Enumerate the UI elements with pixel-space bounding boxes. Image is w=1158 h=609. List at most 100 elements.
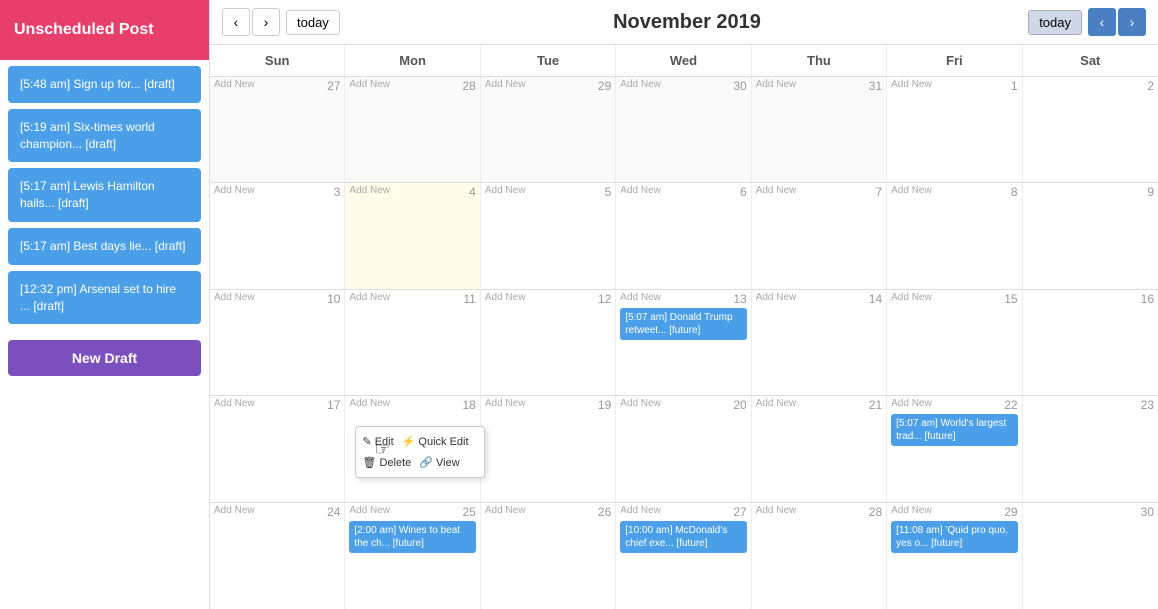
add-new-3[interactable]: Add New [214, 185, 255, 196]
add-new-30[interactable]: Add New [620, 79, 661, 90]
draft-item-1[interactable]: [5:19 am] Six-times world champion... [d… [8, 109, 201, 163]
day-headers: SunMonTueWedThuFriSat [210, 45, 1158, 77]
day-num-20: 20 [733, 398, 746, 412]
add-new-31[interactable]: Add New [756, 79, 797, 90]
day-num-25: 25 [462, 505, 475, 519]
day-header-sat: Sat [1023, 45, 1158, 76]
add-new-12[interactable]: Add New [485, 292, 526, 303]
context-edit[interactable]: ✎ Edit [362, 433, 393, 450]
day-header-wed: Wed [616, 45, 751, 76]
add-new-7[interactable]: Add New [756, 185, 797, 196]
day-num-26: 26 [598, 505, 611, 519]
day-num-11: 11 [463, 292, 475, 306]
add-new-27[interactable]: Add New [214, 79, 255, 90]
cell-top-8: Add New 8 [891, 185, 1017, 199]
add-new-25[interactable]: Add New [349, 505, 390, 516]
day-num-29: 29 [1004, 505, 1017, 519]
event-29-0[interactable]: [11:08 am] 'Quid pro quo, yes o... [futu… [891, 521, 1017, 553]
add-new-5[interactable]: Add New [485, 185, 526, 196]
cal-cell-18: Add New18☞✎ Edit⚡ Quick Edit🗑 Delete🔗 Vi… [345, 396, 480, 501]
cal-cell-2: 2 [1023, 77, 1158, 182]
day-num-8: 8 [1011, 185, 1018, 199]
event-22-0[interactable]: [5:07 am] World's largest trad... [futur… [891, 414, 1017, 446]
cell-top-15: Add New15 [891, 292, 1017, 306]
add-new-14[interactable]: Add New [756, 292, 797, 303]
left-nav-group: ‹ › [222, 8, 280, 36]
cal-cell-30: Add New30 [616, 77, 751, 182]
cell-top-1: Add New1 [891, 79, 1017, 93]
cal-cell-13: Add New 13 [5:07 am] Donald Trump retweet.… [616, 290, 751, 395]
cal-cell-1: Add New1 [887, 77, 1022, 182]
add-new-26[interactable]: Add New [485, 505, 526, 516]
cell-top-9: 9 [1027, 185, 1154, 199]
prev-month-button-right[interactable]: ‹ [1088, 8, 1116, 36]
add-new-6[interactable]: Add New [620, 185, 661, 196]
cal-cell-29: Add New 29 [481, 77, 616, 182]
add-new-20[interactable]: Add New [620, 398, 661, 409]
add-new-29[interactable]: Add New [485, 79, 526, 90]
cal-cell-3: Add New 3 [210, 183, 345, 288]
month-title: November 2019 [346, 11, 1028, 34]
calendar-grid: Add New27Add New28Add New29Add New30Add … [210, 77, 1158, 609]
add-new-21[interactable]: Add New [756, 398, 797, 409]
day-num-3: 3 [334, 185, 341, 199]
day-header-fri: Fri [887, 45, 1022, 76]
add-new-13[interactable]: Add New [620, 292, 661, 303]
cal-cell-25: Add New 25 [2:00 am] Wines to beat the ch.… [345, 503, 480, 609]
prev-month-button[interactable]: ‹ [222, 8, 250, 36]
next-month-button[interactable]: › [252, 8, 280, 36]
add-new-22[interactable]: Add New [891, 398, 932, 409]
context-delete[interactable]: 🗑 Delete [362, 454, 411, 471]
next-month-button-right[interactable]: › [1118, 8, 1146, 36]
context-quick-edit[interactable]: ⚡ Quick Edit [402, 433, 469, 450]
add-new-24[interactable]: Add New [214, 505, 255, 516]
draft-item-2[interactable]: [5:17 am] Lewis Hamilton hails... [draft… [8, 168, 201, 222]
day-num-12: 12 [598, 292, 611, 306]
today-button-left[interactable]: today [286, 10, 340, 35]
day-num-10: 10 [327, 292, 340, 306]
cal-cell-11: Add New 11 [345, 290, 480, 395]
add-new-19[interactable]: Add New [485, 398, 526, 409]
cal-cell-28: Add New28 [345, 77, 480, 182]
event-25-0[interactable]: [2:00 am] Wines to beat the ch... [futur… [349, 521, 475, 553]
event-27-0[interactable]: [10:00 am] McDonald's chief exe... [futu… [620, 521, 746, 553]
cal-cell-22: Add New22[5:07 am] World's largest trad.… [887, 396, 1022, 501]
cal-cell-16: 16 [1023, 290, 1158, 395]
cal-cell-19: Add New19 [481, 396, 616, 501]
add-new-15[interactable]: Add New [891, 292, 932, 303]
cal-cell-26: Add New 26 [481, 503, 616, 609]
cal-cell-30: 30 [1023, 503, 1158, 609]
day-num-29: 29 [598, 79, 611, 93]
day-num-6: 6 [740, 185, 747, 199]
draft-item-0[interactable]: [5:48 am] Sign up for... [draft] [8, 66, 201, 103]
add-new-1[interactable]: Add New [891, 79, 932, 90]
cal-cell-20: Add New 20 [616, 396, 751, 501]
add-new-28[interactable]: Add New [756, 505, 797, 516]
day-num-27: 27 [733, 505, 746, 519]
add-new-18[interactable]: Add New [349, 398, 390, 409]
add-new-4[interactable]: Add New [349, 185, 390, 196]
top-navigation: ‹ › today November 2019 today ‹ › [210, 0, 1158, 45]
add-new-8[interactable]: Add New [891, 185, 932, 196]
add-new-29[interactable]: Add New [891, 505, 932, 516]
today-button-right[interactable]: today [1028, 10, 1082, 35]
add-new-28[interactable]: Add New [349, 79, 390, 90]
cell-top-14: Add New14 [756, 292, 882, 306]
add-new-10[interactable]: Add New [214, 292, 255, 303]
draft-item-4[interactable]: [12:32 pm] Arsenal set to hire ... [draf… [8, 271, 201, 325]
day-num-17: 17 [327, 398, 340, 412]
event-13-0[interactable]: [5:07 am] Donald Trump retweet... [futur… [620, 308, 746, 340]
add-new-11[interactable]: Add New [349, 292, 390, 303]
context-view[interactable]: 🔗 View [419, 454, 459, 471]
day-header-thu: Thu [752, 45, 887, 76]
drafts-list: [5:48 am] Sign up for... [draft] [5:19 am… [0, 60, 209, 330]
day-num-2: 2 [1147, 79, 1154, 93]
day-num-30: 30 [1141, 505, 1154, 519]
new-draft-button[interactable]: New Draft [8, 340, 201, 376]
cal-cell-21: Add New21 [752, 396, 887, 501]
draft-item-3[interactable]: [5:17 am] Best days lie... [draft] [8, 228, 201, 265]
add-new-27[interactable]: Add New [620, 505, 661, 516]
day-num-13: 13 [733, 292, 746, 306]
add-new-17[interactable]: Add New [214, 398, 255, 409]
cell-top-20: Add New 20 [620, 398, 746, 412]
